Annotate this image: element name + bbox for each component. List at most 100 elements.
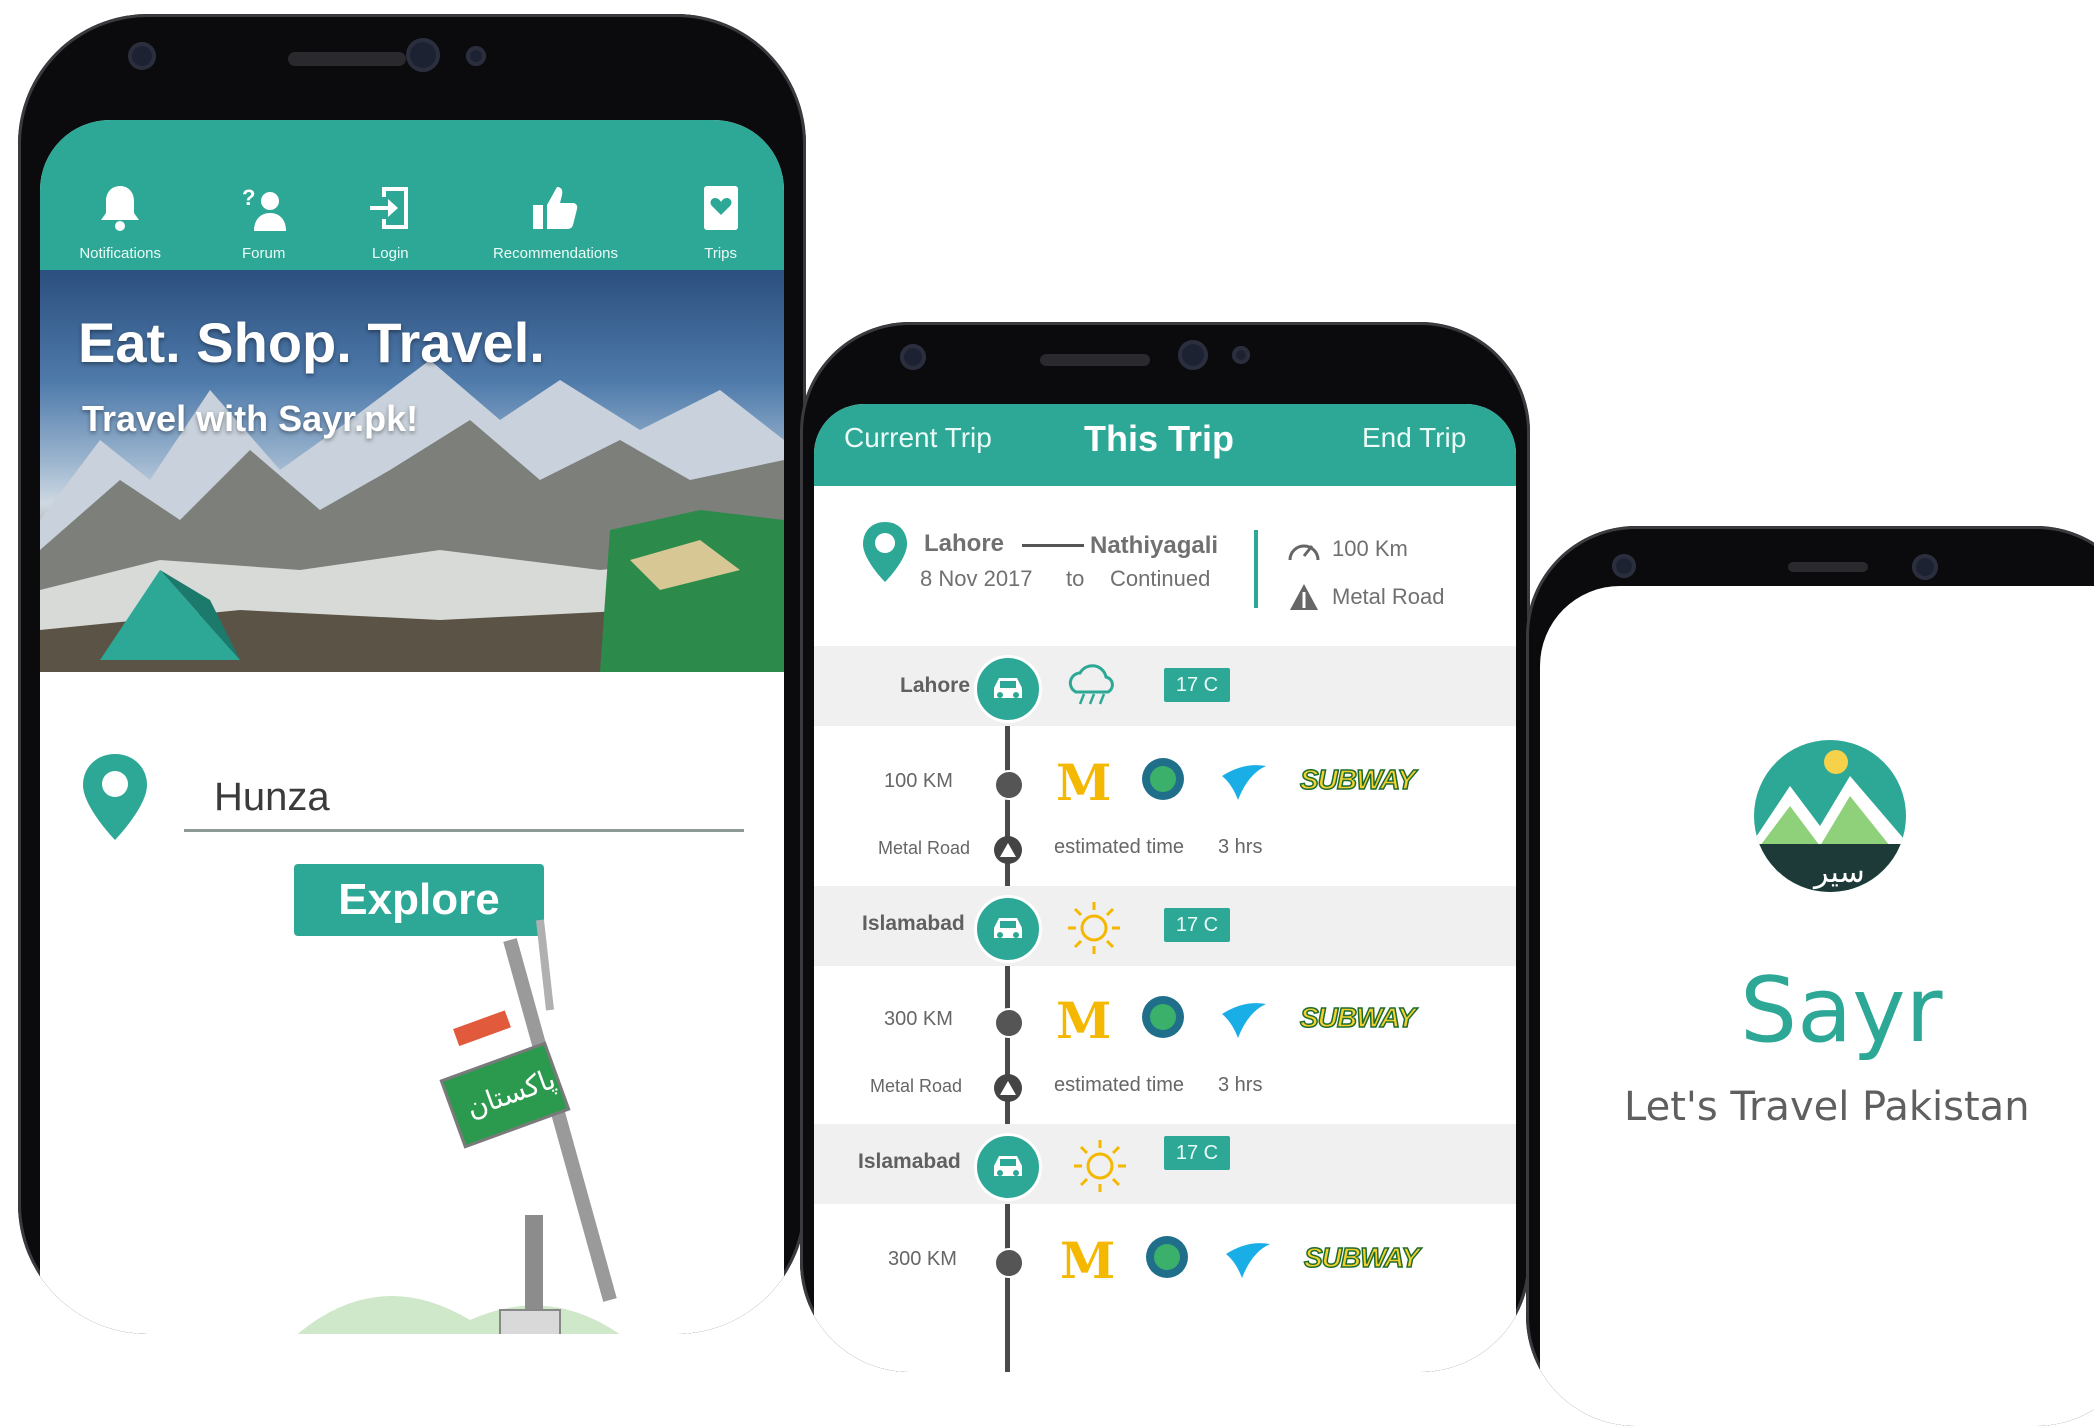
trip-to: Nathiyagali <box>1090 532 1219 559</box>
sayr-logo: سیر <box>1754 740 1906 892</box>
app-title: Sayr <box>1740 958 1943 1063</box>
nav-label: Recommendations <box>492 245 618 262</box>
estimated-time-label: estimated time <box>1054 1074 1185 1096</box>
front-sensor <box>1612 554 1636 578</box>
trip-distance: 100 Km <box>1332 536 1408 561</box>
trip-header: Current Trip This Trip End Trip <box>814 404 1516 486</box>
trip-from: Lahore <box>924 530 1005 557</box>
nav-trips[interactable]: Trips <box>697 181 745 262</box>
distance-marker-icon <box>994 1008 1024 1038</box>
estimated-time-value: 3 hrs <box>1218 1074 1263 1096</box>
mcdonalds-icon[interactable]: M <box>1056 996 1111 1046</box>
trip-summary: Lahore Nathiyagali 8 Nov 2017 to Continu… <box>814 486 1516 646</box>
pso-icon[interactable] <box>1140 756 1186 806</box>
hero-banner: Eat. Shop. Travel. Travel with Sayr.pk! <box>40 270 784 672</box>
car-icon <box>974 895 1042 963</box>
tab-this-trip[interactable]: This Trip <box>1084 418 1234 460</box>
telenor-icon[interactable] <box>1222 1236 1274 1286</box>
front-camera <box>1912 554 1938 580</box>
car-icon <box>974 655 1042 723</box>
pso-icon[interactable] <box>1144 1234 1190 1284</box>
trip-to-word: to <box>1066 566 1085 591</box>
earpiece-speaker <box>1040 354 1150 366</box>
segment-road: Metal Road <box>878 838 971 858</box>
telenor-icon[interactable] <box>1218 758 1270 808</box>
nav-label: Trips <box>704 245 738 262</box>
front-camera <box>1178 340 1208 370</box>
trip-timeline: Lahore 17 C 100 KM M SUBWAY Metal Road e… <box>814 646 1516 1372</box>
tab-end-trip[interactable]: End Trip <box>1362 422 1466 454</box>
sun-icon <box>1074 1140 1126 1192</box>
search-input[interactable] <box>184 766 744 832</box>
temperature-badge: 17 C <box>1164 1136 1230 1170</box>
trip-road: Metal Road <box>1332 584 1445 609</box>
destination-search <box>80 752 744 842</box>
svg-text:سیر: سیر <box>1812 855 1865 890</box>
sun-icon <box>1068 902 1120 954</box>
trip-screen: Current Trip This Trip End Trip Lahore N… <box>814 404 1516 1372</box>
earpiece-speaker <box>1788 562 1868 572</box>
segment-road: Metal Road <box>870 1076 963 1096</box>
trip-date: 8 Nov 2017 <box>920 566 1033 591</box>
front-sensor <box>128 42 156 70</box>
hero-subtitle: Travel with Sayr.pk! <box>82 398 419 439</box>
distance-marker-icon <box>994 770 1024 800</box>
road-type-icon <box>994 1074 1022 1102</box>
mcdonalds-icon[interactable]: M <box>1056 758 1111 808</box>
nav-notifications[interactable]: Notifications <box>79 181 161 262</box>
subway-icon[interactable]: SUBWAY <box>1299 763 1416 796</box>
phone-trip: Current Trip This Trip End Trip Lahore N… <box>800 322 1530 1372</box>
trips-icon <box>697 181 745 235</box>
front-sensor <box>900 344 926 370</box>
trip-status: Continued <box>1110 566 1211 591</box>
bell-icon <box>96 181 144 235</box>
nav-label: Forum <box>241 245 286 262</box>
road-type-icon <box>994 836 1022 864</box>
phone-splash: سیر Sayr Let's Travel Pakistan <box>1526 526 2094 1426</box>
stop-city: Lahore <box>900 674 971 697</box>
forum-icon: ? <box>240 181 288 235</box>
segment-distance: 300 KM <box>888 1248 957 1270</box>
location-pin-icon <box>83 754 147 840</box>
proximity-sensor <box>466 46 486 66</box>
pso-icon[interactable] <box>1140 994 1186 1044</box>
splash-screen: سیر Sayr Let's Travel Pakistan <box>1540 586 2094 1426</box>
tab-current-trip[interactable]: Current Trip <box>844 422 992 454</box>
nav-login[interactable]: Login <box>366 181 414 262</box>
speedometer-icon <box>1288 544 1320 561</box>
stop-city: Islamabad <box>862 912 965 935</box>
front-camera <box>406 38 440 72</box>
login-icon <box>366 181 414 235</box>
hero-title: Eat. Shop. Travel. <box>78 311 545 374</box>
stop-city: Islamabad <box>858 1150 961 1173</box>
top-navigation: Notifications ? Forum Login Recommendati… <box>40 120 784 270</box>
segment-distance: 300 KM <box>884 1008 953 1030</box>
location-pin-icon <box>863 522 907 582</box>
car-icon <box>974 1133 1042 1201</box>
telenor-icon[interactable] <box>1218 996 1270 1046</box>
nav-recommendations[interactable]: Recommendations <box>493 181 618 262</box>
earpiece-speaker <box>288 52 406 66</box>
nav-label: Notifications <box>79 245 162 262</box>
svg-text:?: ? <box>242 185 255 210</box>
temperature-badge: 17 C <box>1164 908 1230 942</box>
nav-forum[interactable]: ? Forum <box>240 181 288 262</box>
thumbs-up-icon <box>531 181 579 235</box>
subway-icon[interactable]: SUBWAY <box>1303 1241 1420 1274</box>
estimated-time-value: 3 hrs <box>1218 836 1263 858</box>
signpost-illustration: پاکستان <box>297 919 620 1334</box>
estimated-time-label: estimated time <box>1054 836 1185 858</box>
road-icon <box>1290 584 1318 610</box>
storm-cloud-icon <box>1068 664 1114 705</box>
home-screen: Notifications ? Forum Login Recommendati… <box>40 120 784 1334</box>
mcdonalds-icon[interactable]: M <box>1060 1236 1115 1286</box>
temperature-badge: 17 C <box>1164 668 1230 702</box>
route-line <box>1022 544 1084 547</box>
nav-label: Login <box>371 245 409 262</box>
app-tagline: Let's Travel Pakistan <box>1624 1084 2030 1130</box>
proximity-sensor <box>1232 346 1250 364</box>
distance-marker-icon <box>994 1248 1024 1278</box>
subway-icon[interactable]: SUBWAY <box>1299 1001 1416 1034</box>
segment-distance: 100 KM <box>884 770 953 792</box>
phone-home: Notifications ? Forum Login Recommendati… <box>18 14 806 1334</box>
